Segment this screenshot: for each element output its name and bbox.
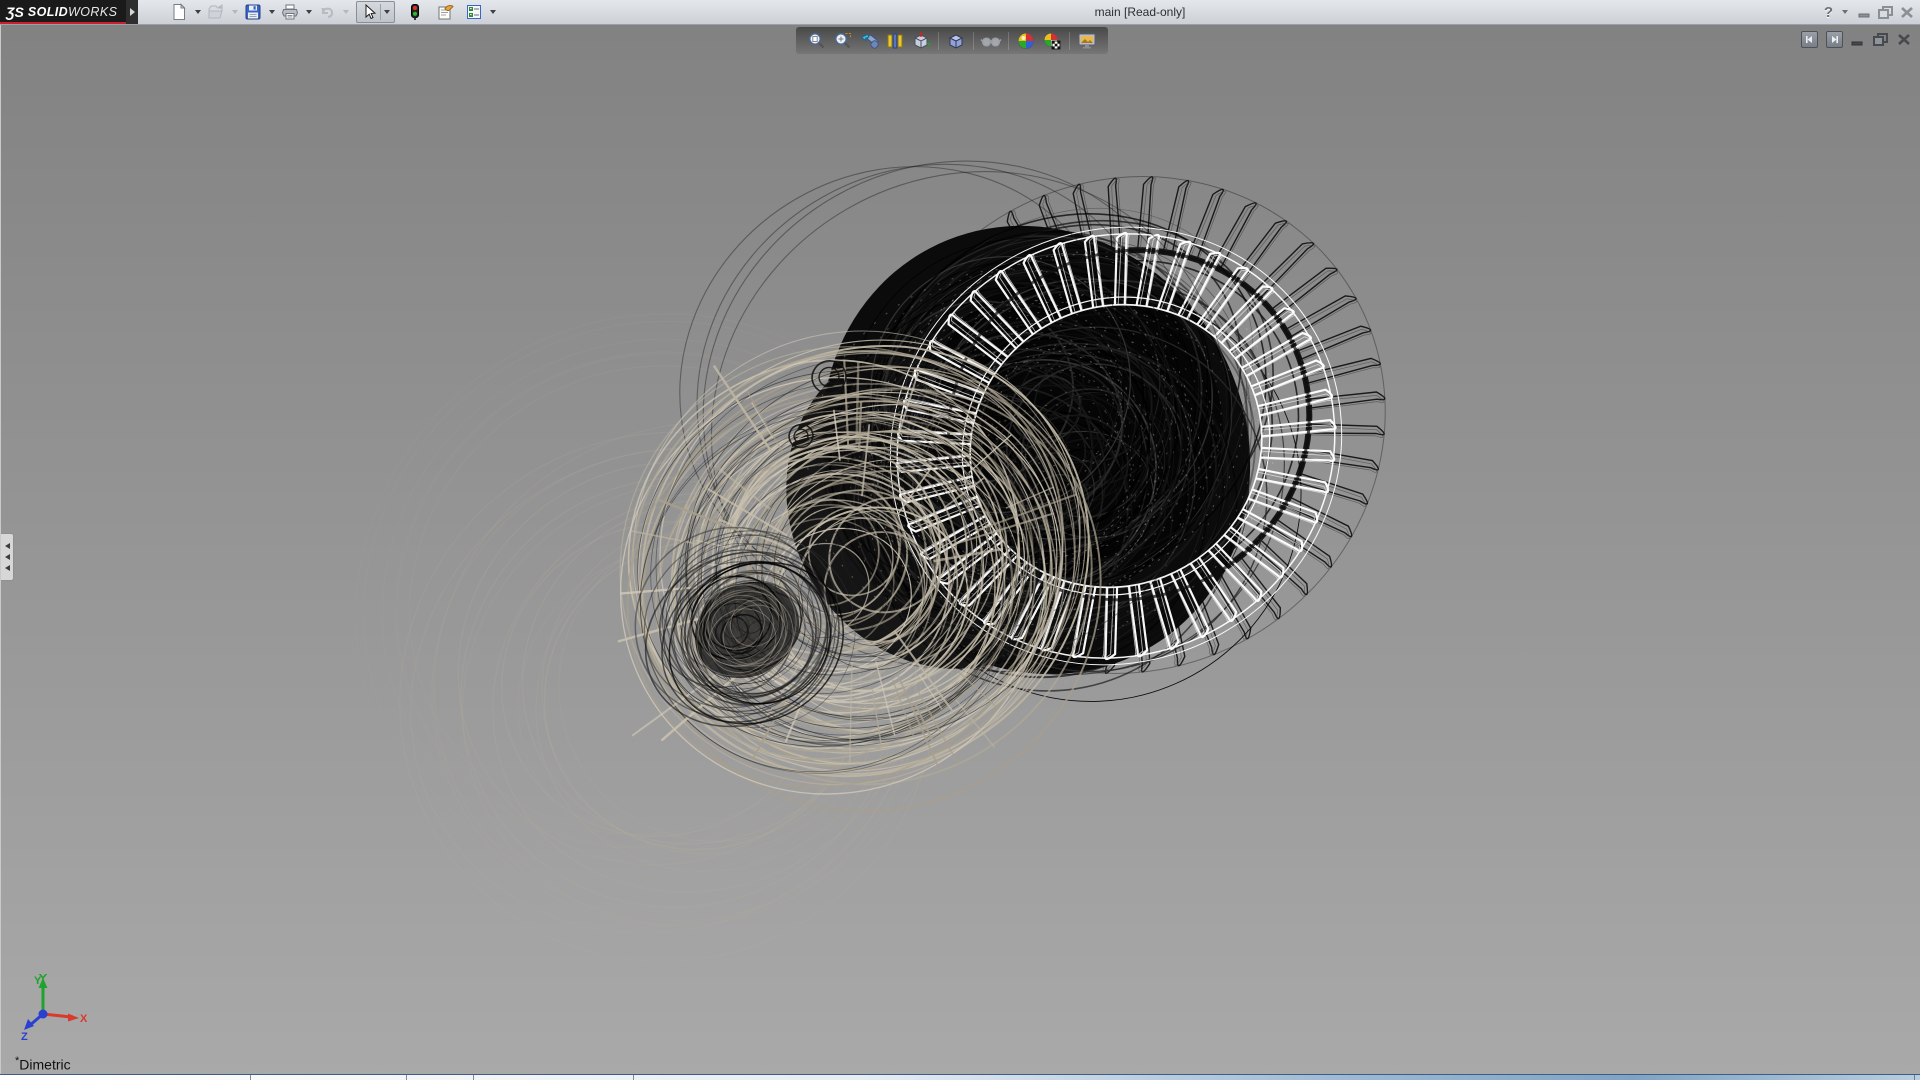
- select-button[interactable]: [358, 1, 380, 23]
- help-dropdown[interactable]: [1842, 10, 1848, 14]
- doc-minimize-button[interactable]: [1851, 33, 1865, 46]
- new-document-button[interactable]: [168, 1, 190, 23]
- pane-left-button[interactable]: [1801, 31, 1818, 48]
- save-dropdown[interactable]: [269, 10, 275, 14]
- print-dropdown[interactable]: [306, 10, 312, 14]
- view-settings-button[interactable]: [1074, 29, 1100, 53]
- previous-view-icon: [859, 31, 879, 51]
- window-title: main [Read-only]: [1040, 0, 1240, 24]
- apply-scene-icon: [1042, 31, 1062, 51]
- hide-show-items-button[interactable]: [978, 29, 1004, 53]
- select-cursor-icon: [360, 3, 378, 21]
- view-orientation-label: *Dimetric: [15, 1055, 71, 1073]
- rebuild-trafficlight-icon: [406, 3, 424, 21]
- options-button[interactable]: [463, 1, 485, 23]
- doc-close-button[interactable]: [1897, 33, 1911, 46]
- appearance-sphere-icon: [1016, 31, 1036, 51]
- menu-expand-arrow[interactable]: [126, 0, 138, 24]
- triad-z-label: Z: [21, 1031, 28, 1040]
- new-document-dropdown[interactable]: [195, 10, 201, 14]
- document-window-controls: [1801, 31, 1911, 48]
- open-folder-icon: [207, 3, 225, 21]
- pane-right-button[interactable]: [1826, 31, 1843, 48]
- file-properties-icon: [436, 3, 455, 21]
- zoom-to-fit-button[interactable]: [804, 29, 830, 53]
- pane-right-icon: [1829, 34, 1840, 45]
- app-restore-button[interactable]: [1878, 6, 1894, 19]
- app-close-button[interactable]: [1900, 6, 1914, 19]
- rebuild-button[interactable]: [404, 1, 426, 23]
- titlebar: ƷS SOLID WORKS: [0, 0, 1920, 25]
- pane-left-icon: [1804, 34, 1815, 45]
- engine-wireframe-model[interactable]: [1, 25, 1920, 1075]
- featuremanager-collapsed-tab[interactable]: [1, 533, 14, 581]
- eyeglasses-icon: [980, 31, 1002, 51]
- view-settings-icon: [1077, 31, 1097, 51]
- view-orientation-icon: [911, 31, 931, 51]
- view-orientation-button[interactable]: [908, 29, 934, 53]
- app-window-controls: ?: [1824, 0, 1914, 24]
- brand-name-light: WORKS: [68, 5, 117, 19]
- headsup-view-toolbar: [796, 27, 1108, 54]
- brand-red-underline: [0, 22, 126, 24]
- graphics-area[interactable]: X Z Y *Dimetric: [0, 25, 1920, 1075]
- standard-toolbar: [168, 1, 500, 23]
- new-document-icon: [170, 3, 188, 21]
- app-minimize-button[interactable]: [1858, 6, 1872, 18]
- print-icon: [281, 3, 299, 21]
- display-style-icon: [946, 31, 966, 51]
- headsup-separator: [938, 32, 939, 50]
- open-dropdown: [232, 10, 238, 14]
- orientation-triad: X Z Y: [19, 974, 89, 1045]
- section-view-icon: [885, 31, 905, 51]
- collapse-arrow-icon: [5, 543, 10, 549]
- previous-view-button[interactable]: [856, 29, 882, 53]
- brand-name-bold: SOLID: [28, 5, 68, 19]
- doc-restore-button[interactable]: [1873, 33, 1889, 46]
- triad-y-label: Y: [34, 975, 42, 987]
- display-style-button[interactable]: [943, 29, 969, 53]
- triad-x-label: X: [80, 1013, 88, 1025]
- zoom-to-area-button[interactable]: [830, 29, 856, 53]
- collapse-arrow-icon: [5, 565, 10, 571]
- status-divider: [406, 1075, 407, 1080]
- undo-dropdown: [343, 10, 349, 14]
- select-tool-group: [356, 1, 395, 23]
- edit-appearance-button[interactable]: [1013, 29, 1039, 53]
- headsup-separator: [973, 32, 974, 50]
- save-button[interactable]: [242, 1, 264, 23]
- save-floppy-icon: [244, 3, 262, 21]
- undo-button[interactable]: [316, 1, 338, 23]
- headsup-separator: [1069, 32, 1070, 50]
- status-divider: [633, 1075, 634, 1080]
- open-button[interactable]: [205, 1, 227, 23]
- section-view-button[interactable]: [882, 29, 908, 53]
- headsup-separator: [1008, 32, 1009, 50]
- options-checklist-icon: [465, 3, 483, 21]
- help-button[interactable]: ?: [1824, 4, 1833, 21]
- select-dropdown[interactable]: [384, 10, 390, 14]
- collapse-arrow-icon: [5, 554, 10, 560]
- solidworks-logo: ƷS SOLID WORKS: [0, 0, 126, 24]
- status-divider: [473, 1075, 474, 1080]
- zoom-to-area-icon: [833, 31, 853, 51]
- file-properties-button[interactable]: [434, 1, 457, 23]
- orientation-text: Dimetric: [19, 1057, 70, 1073]
- status-divider: [1914, 1075, 1915, 1080]
- apply-scene-button[interactable]: [1039, 29, 1065, 53]
- undo-icon: [318, 3, 336, 21]
- solidworks-logo-glyph: ƷS: [6, 4, 24, 20]
- status-bar: [0, 1074, 1920, 1080]
- status-divider: [250, 1075, 251, 1080]
- zoom-to-fit-icon: [807, 31, 827, 51]
- options-dropdown[interactable]: [490, 10, 496, 14]
- print-button[interactable]: [279, 1, 301, 23]
